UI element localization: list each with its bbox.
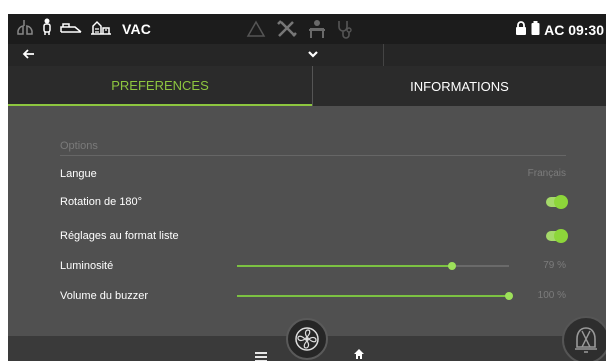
- patient-icon: [42, 18, 52, 41]
- vac-label: VAC: [122, 21, 152, 37]
- lock-icon: [515, 21, 527, 38]
- status-center-group: [246, 19, 354, 44]
- slider-thumb[interactable]: [505, 292, 513, 300]
- setting-row-luminosite: Luminosité 79 %: [60, 256, 566, 276]
- liste-toggle[interactable]: [546, 229, 568, 243]
- status-right-group: AC 09:30: [515, 21, 604, 38]
- tab-informations[interactable]: INFORMATIONS: [313, 66, 606, 106]
- luminosite-slider[interactable]: [237, 262, 509, 270]
- rotation-label: Rotation de 180°: [60, 196, 143, 208]
- section-title: Options: [60, 140, 98, 152]
- bed-icon: [60, 20, 82, 39]
- building-icon: [90, 19, 112, 40]
- battery-icon: [531, 21, 540, 38]
- alarm-icon: [564, 327, 606, 361]
- alarm-button[interactable]: [562, 316, 606, 361]
- navbar-divider: [383, 44, 384, 66]
- section-divider: [60, 155, 566, 156]
- chevron-down-icon[interactable]: [306, 47, 320, 66]
- status-bar: VAC AC 09:30: [8, 14, 606, 44]
- toggle-knob: [554, 229, 568, 243]
- buzzer-value: 100 %: [537, 290, 566, 301]
- fan-icon: [288, 327, 326, 361]
- tab-preferences[interactable]: PREFERENCES: [8, 66, 312, 106]
- lungs-icon: [16, 19, 34, 40]
- back-arrow-icon[interactable]: [20, 45, 38, 68]
- luminosite-value: 79 %: [543, 260, 566, 271]
- luminosite-label: Luminosité: [60, 260, 114, 272]
- tab-bar: PREFERENCES INFORMATIONS: [8, 66, 606, 106]
- time-label: AC 09:30: [544, 21, 604, 38]
- navigation-bar: [8, 44, 606, 66]
- device-screen: VAC AC 09:30 PREFERENCES INFORMATIONS Op…: [8, 14, 606, 361]
- status-left-group: VAC: [16, 18, 152, 41]
- setting-row-langue[interactable]: Langue Français: [60, 164, 566, 184]
- langue-label: Langue: [60, 168, 97, 180]
- slider-fill: [237, 295, 509, 297]
- rotation-toggle[interactable]: [546, 195, 568, 209]
- buzzer-label: Volume du buzzer: [60, 290, 149, 302]
- menu-icon[interactable]: [255, 349, 267, 361]
- stethoscope-icon: [336, 19, 354, 44]
- home-icon[interactable]: [353, 347, 365, 361]
- slider-fill: [237, 265, 452, 267]
- slider-thumb[interactable]: [447, 262, 456, 270]
- toggle-knob: [554, 195, 568, 209]
- tools-icon: [276, 19, 298, 44]
- liste-label: Réglages au format liste: [60, 230, 179, 242]
- person-icon: [308, 19, 326, 44]
- langue-value[interactable]: Français: [528, 164, 566, 184]
- warning-icon: [246, 20, 266, 43]
- fan-button[interactable]: [286, 318, 328, 360]
- setting-row-liste: Réglages au format liste: [60, 226, 568, 246]
- buzzer-slider[interactable]: [237, 292, 513, 300]
- setting-row-rotation: Rotation de 180°: [60, 192, 568, 212]
- setting-row-buzzer: Volume du buzzer 100 %: [60, 286, 566, 306]
